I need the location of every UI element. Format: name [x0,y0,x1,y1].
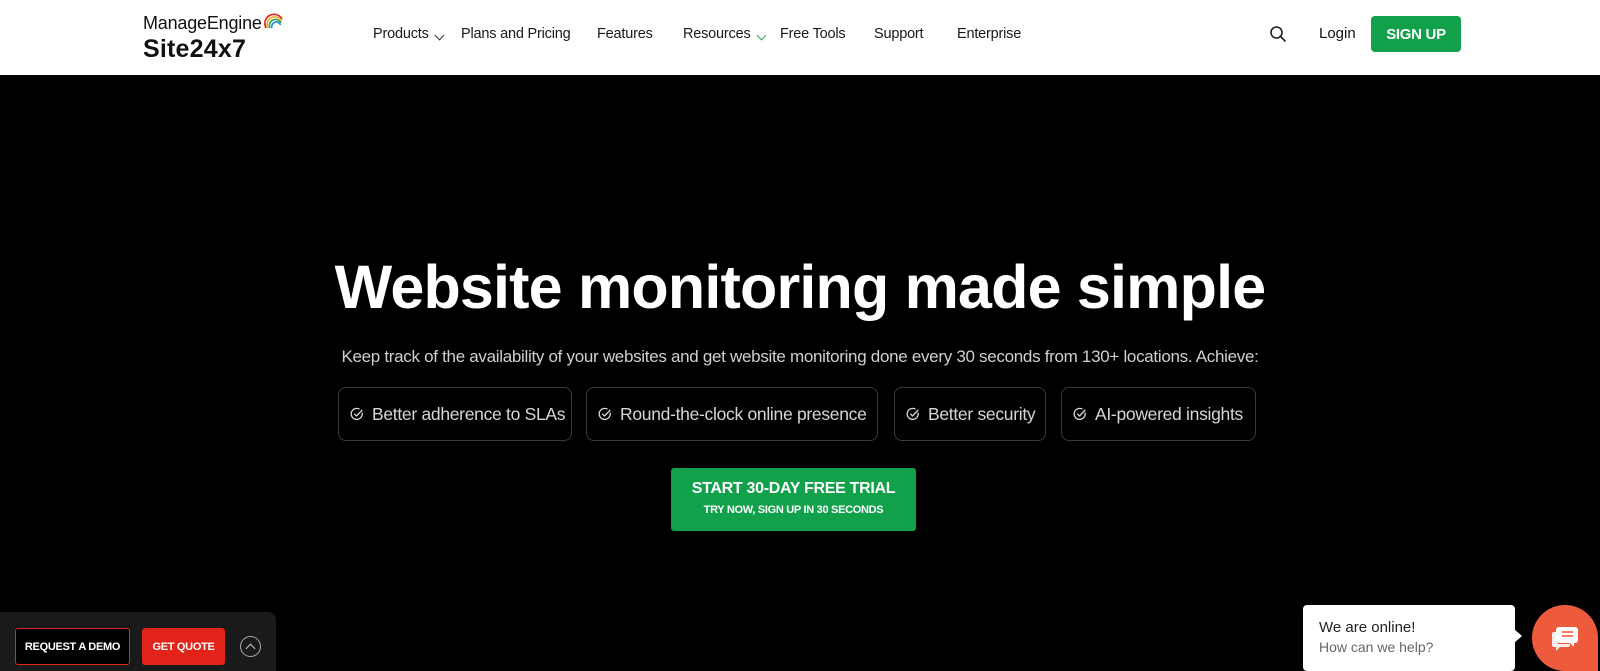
nav-item-label: Support [874,26,924,42]
request-demo-button[interactable]: REQUEST A DEMO [15,628,130,665]
nav-item-label: Enterprise [957,26,1022,42]
feature-chip-label: Better adherence to SLAs [372,403,566,424]
nav-item-features[interactable]: Features [597,24,653,44]
feature-chip-label: AI-powered insights [1095,403,1243,424]
site24x7-logo[interactable]: ManageEngine Site24x7 [143,10,283,66]
chat-icon [1552,627,1578,651]
check-circle-icon [598,407,611,421]
chevron-down-icon [434,30,445,40]
chat-greeting-subtitle: How can we help? [1319,639,1434,655]
chat-greeting-title: We are online! [1319,619,1416,636]
check-circle-icon [350,407,363,421]
chevron-down-icon [756,30,766,40]
hero-title: Website monitoring made simple [334,253,1267,321]
signup-button[interactable]: SIGN UP [1371,16,1461,52]
site-header: ManageEngine Site24x7 Products Plans and… [0,0,1600,75]
logo-manageengine-text: ManageEngine [143,13,262,33]
chevron-up-icon[interactable] [240,636,261,657]
rainbow-arc-icon [264,13,283,29]
check-circle-icon [1073,407,1086,421]
login-link[interactable]: Login [1319,25,1356,42]
nav-item-support[interactable]: Support [874,24,924,44]
nav-item-plans-and-pricing[interactable]: Plans and Pricing [461,24,571,44]
start-free-trial-button[interactable]: START 30-DAY FREE TRIAL TRY NOW, SIGN UP… [671,468,916,531]
nav-item-label: Features [597,26,653,42]
nav-item-label: Free Tools [780,26,846,42]
logo-site24x7-text: Site24x7 [143,35,247,63]
nav-item-products[interactable]: Products [373,24,445,44]
sticky-action-bar: REQUEST A DEMO GET QUOTE [0,612,276,671]
feature-chip: Better security [894,387,1046,441]
nav-item-label: Resources [683,26,751,42]
chat-launcher-button[interactable] [1532,605,1598,671]
cta-secondary-text: TRY NOW, SIGN UP IN 30 SECONDS [703,504,884,516]
chat-greeting-bubble[interactable]: We are online! How can we help? [1303,605,1522,671]
nav-item-free-tools[interactable]: Free Tools [780,24,846,44]
search-icon[interactable] [1269,25,1287,43]
feature-chip-label: Round-the-clock online presence [620,403,867,424]
check-circle-icon [906,407,919,421]
nav-item-label: Products [373,26,429,42]
cta-primary-text: START 30-DAY FREE TRIAL [691,480,896,497]
feature-chip: AI-powered insights [1061,387,1256,441]
nav-item-enterprise[interactable]: Enterprise [957,24,1021,44]
feature-chip: Round-the-clock online presence [586,387,878,441]
feature-chip: Better adherence to SLAs [338,387,572,441]
nav-item-resources[interactable]: Resources [683,24,766,44]
nav-item-label: Plans and Pricing [461,26,571,42]
get-quote-button[interactable]: GET QUOTE [142,628,225,665]
feature-chip-label: Better security [928,403,1036,424]
hero-subtitle: Keep track of the availability of your w… [341,347,1259,366]
